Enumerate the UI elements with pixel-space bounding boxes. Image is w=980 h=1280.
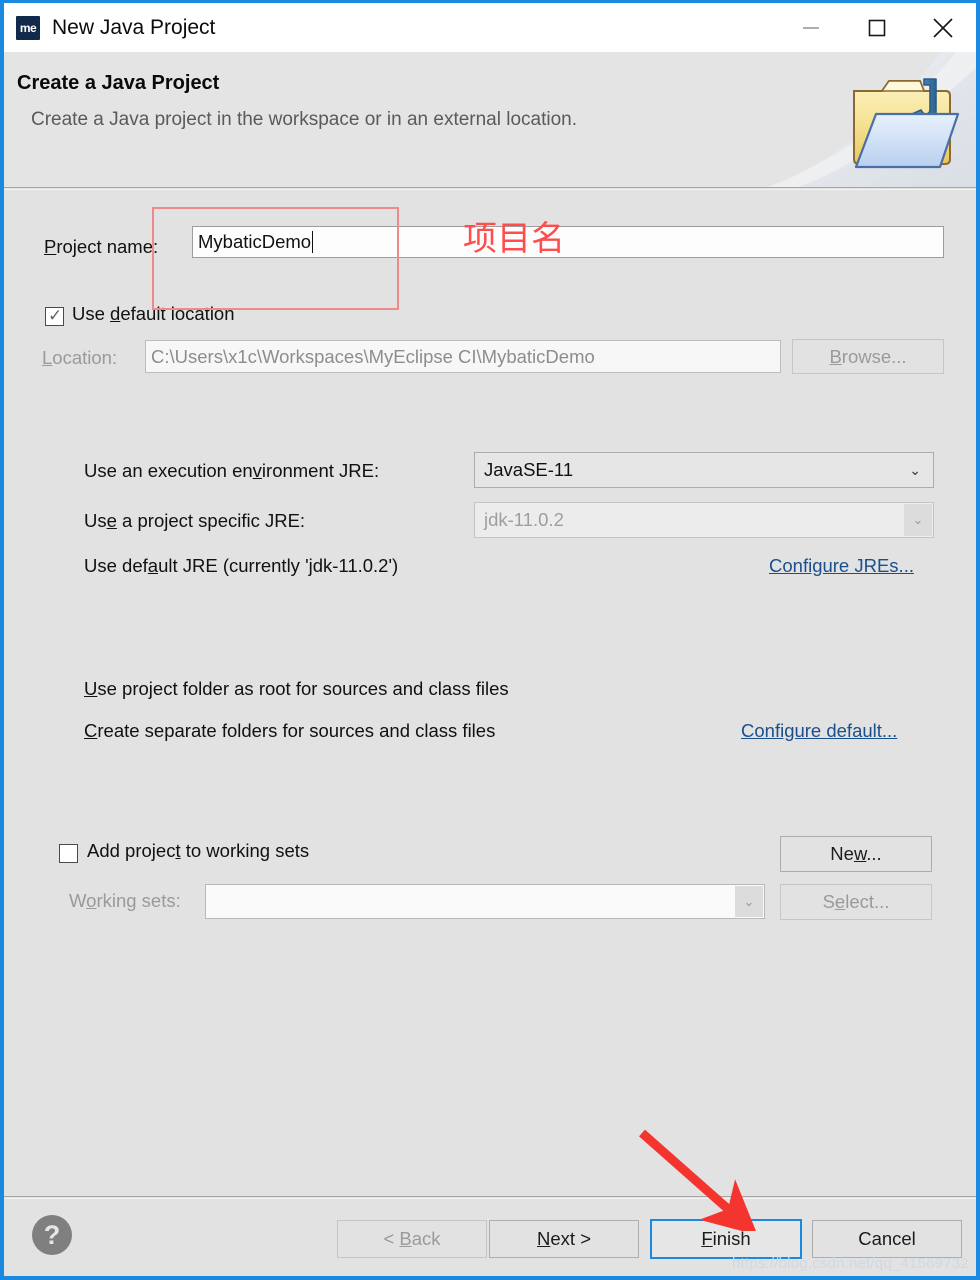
project-specific-jre-value: jdk-11.0.2 bbox=[484, 509, 564, 530]
add-project-to-working-sets-checkbox[interactable] bbox=[59, 844, 78, 863]
use-default-location-checkbox[interactable]: ✓ bbox=[45, 306, 64, 326]
project-name-input[interactable]: MybaticDemo bbox=[192, 226, 944, 258]
page-subtitle: Create a Java project in the workspace o… bbox=[31, 109, 578, 130]
use-project-folder-radio-label[interactable]: Use project folder as root for sources a… bbox=[84, 678, 509, 700]
page-title: Create a Java Project bbox=[17, 72, 220, 94]
header-divider bbox=[4, 187, 976, 188]
project-specific-jre-label: Use a project specific JRE: bbox=[84, 510, 306, 531]
location-input[interactable]: C:\Users\x1c\Workspaces\MyEclipse CI\Myb… bbox=[145, 340, 781, 373]
project-name-label: Project name: bbox=[44, 236, 159, 257]
maximize-icon[interactable] bbox=[844, 3, 910, 52]
new-working-set-button[interactable]: New... bbox=[780, 836, 932, 872]
help-icon[interactable]: ? bbox=[32, 1215, 72, 1255]
project-name-value: MybaticDemo bbox=[198, 231, 312, 252]
title-bar: me New Java Project bbox=[4, 3, 976, 52]
location-label: Location: bbox=[42, 347, 118, 368]
execution-environment-jre-label: Use an execution environment JRE: bbox=[84, 460, 380, 481]
configure-default-link[interactable]: Configure default... bbox=[741, 720, 897, 742]
add-project-to-working-sets-label: Add project to working sets bbox=[87, 840, 310, 861]
execution-environment-jre-value: JavaSE-11 bbox=[484, 459, 574, 480]
execution-environment-jre-select[interactable]: JavaSE-11 ⌄ bbox=[474, 452, 934, 488]
new-java-project-dialog: me New Java Project Create a Java Projec… bbox=[0, 0, 980, 1280]
java-project-folder-icon bbox=[853, 78, 960, 169]
watermark: https://blog.csdn.net/qq_41569732 bbox=[732, 1255, 969, 1272]
footer-divider bbox=[4, 1196, 976, 1197]
dialog-header: Create a Java Project Create a Java proj… bbox=[4, 52, 976, 188]
cancel-button[interactable]: Cancel bbox=[812, 1220, 962, 1258]
chevron-down-icon[interactable]: ⌄ bbox=[735, 886, 763, 917]
default-jre-label: Use default JRE (currently 'jdk-11.0.2') bbox=[84, 555, 399, 576]
window-title: New Java Project bbox=[52, 15, 216, 39]
back-button[interactable]: < Back bbox=[337, 1220, 487, 1258]
use-default-location-label: Use default location bbox=[72, 303, 235, 324]
window-controls bbox=[778, 3, 976, 52]
chevron-down-icon: ⌄ bbox=[909, 462, 921, 478]
configure-jres-link[interactable]: Configure JREs... bbox=[769, 555, 914, 577]
project-specific-jre-select[interactable]: jdk-11.0.2 ⌄ bbox=[474, 502, 934, 538]
create-separate-folders-radio-label[interactable]: Create separate folders for sources and … bbox=[84, 720, 495, 742]
close-icon[interactable] bbox=[910, 3, 976, 52]
project-name-annotation-text: 项目名 bbox=[463, 219, 565, 259]
minimize-icon[interactable] bbox=[778, 3, 844, 52]
finish-button[interactable]: Finish bbox=[650, 1219, 802, 1259]
location-value: C:\Users\x1c\Workspaces\MyEclipse CI\Myb… bbox=[151, 345, 595, 367]
text-caret bbox=[312, 231, 314, 253]
myeclipse-icon: me bbox=[16, 15, 40, 40]
working-sets-label: Working sets: bbox=[69, 890, 181, 911]
dialog-body: Project name: MybaticDemo ✓ Use default … bbox=[4, 190, 976, 1196]
checkmark-icon: ✓ bbox=[48, 306, 63, 326]
chevron-down-icon[interactable]: ⌄ bbox=[904, 504, 932, 536]
browse-button[interactable]: Browse... bbox=[792, 339, 944, 374]
select-working-set-button[interactable]: Select... bbox=[780, 884, 932, 920]
next-button[interactable]: Next > bbox=[489, 1220, 639, 1258]
working-sets-select[interactable]: ⌄ bbox=[205, 884, 765, 919]
